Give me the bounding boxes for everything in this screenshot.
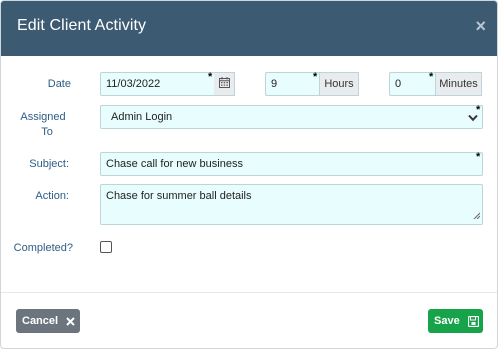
completed-checkbox[interactable] (100, 241, 112, 253)
cancel-button-label: Cancel (22, 315, 59, 327)
dialog-header: Edit Client Activity × (1, 1, 497, 56)
assigned-label-line: To (41, 126, 53, 138)
floppy-disk-icon (467, 315, 479, 327)
completed-label: Completed? (13, 242, 73, 254)
date-input[interactable]: 11/03/2022 (100, 72, 215, 96)
edit-client-activity-dialog: Edit Client Activity × Date 11/03/2022 *… (0, 0, 498, 349)
assigned-to-select[interactable]: Admin Login (100, 105, 483, 129)
required-marker: * (208, 71, 213, 83)
action-textarea[interactable]: Chase for summer ball details (100, 184, 483, 225)
footer-divider (1, 292, 497, 293)
assigned-to-value: Admin Login (111, 111, 173, 123)
calendar-icon (218, 75, 230, 93)
required-marker: * (313, 71, 318, 83)
assigned-label-line: Assigned (20, 111, 66, 123)
save-button-label: Save (434, 315, 460, 327)
subject-label: Subject: (29, 158, 69, 170)
subject-input[interactable]: Chase call for new business (100, 152, 483, 176)
action-text: Chase for summer ball details (106, 190, 252, 202)
calendar-button[interactable] (214, 72, 235, 96)
date-label: Date (47, 78, 71, 90)
required-marker: * (476, 104, 481, 116)
hours-addon: Hours (319, 72, 359, 96)
close-icon[interactable]: × (475, 16, 486, 37)
x-icon (66, 316, 75, 326)
required-marker: * (476, 151, 481, 163)
assigned-to-label: Assigned To (17, 111, 69, 138)
action-label: Action: (35, 190, 69, 202)
required-marker: * (429, 71, 434, 83)
hours-input[interactable]: 9 (265, 72, 320, 96)
minutes-addon: Minutes (435, 72, 482, 96)
cancel-button[interactable]: Cancel (16, 309, 80, 333)
resize-handle-icon[interactable] (473, 210, 481, 222)
dialog-title: Edit Client Activity (17, 17, 147, 34)
save-button[interactable]: Save (428, 309, 483, 333)
